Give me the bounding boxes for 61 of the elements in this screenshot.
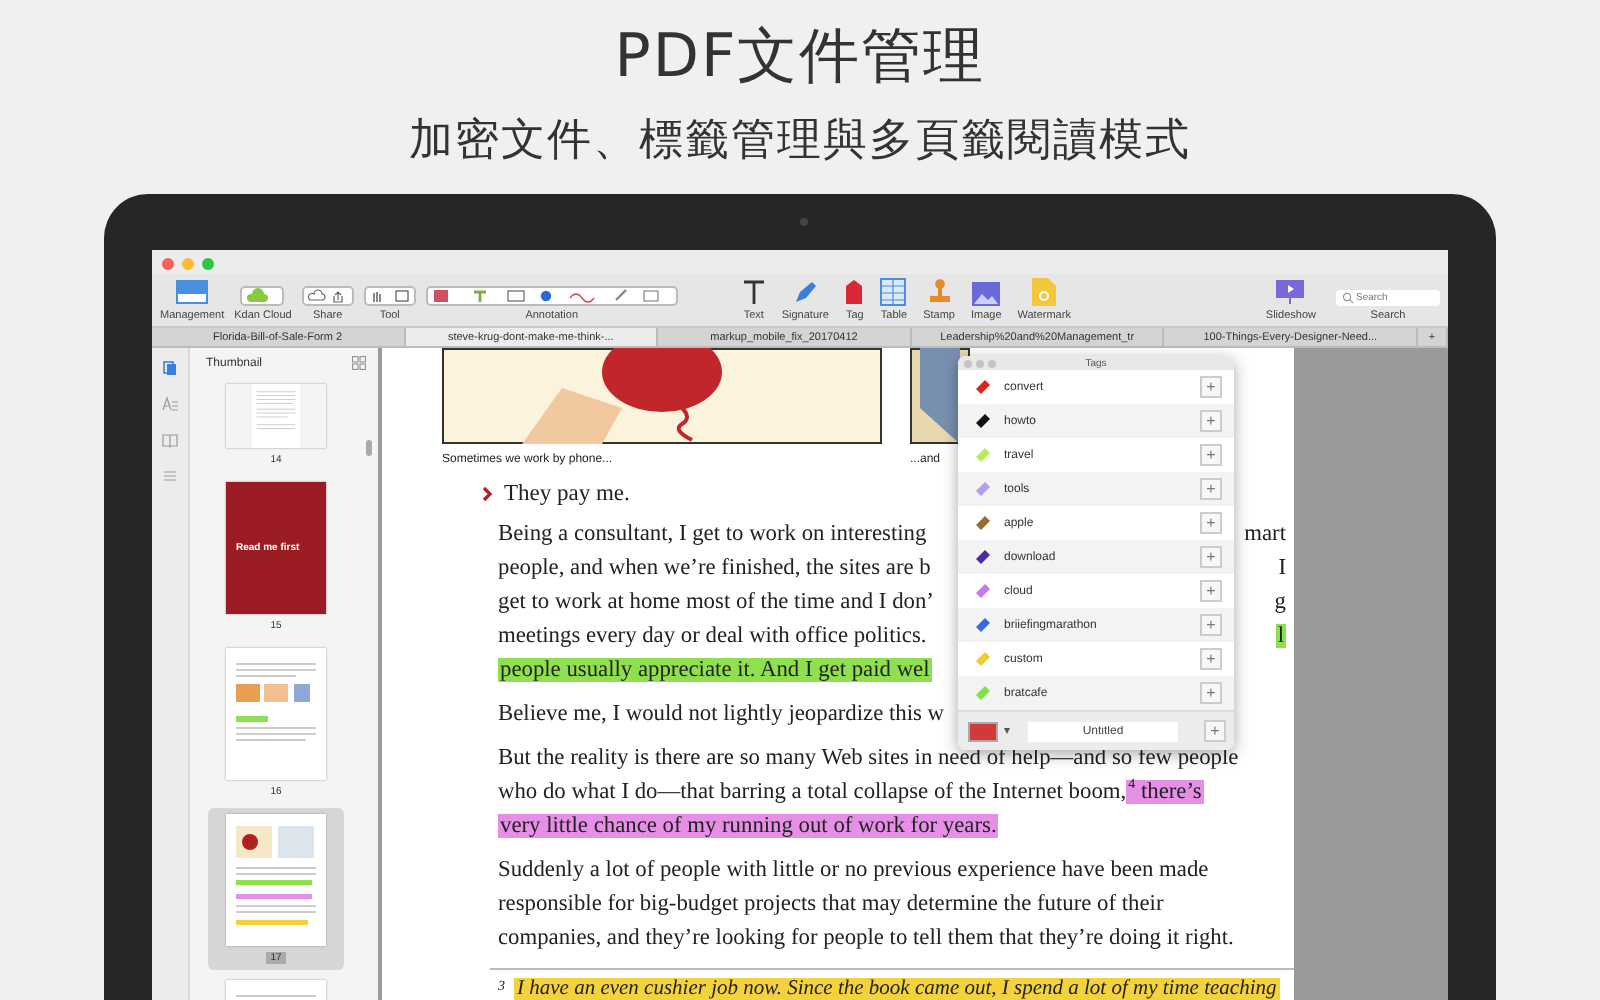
add-button[interactable]: + — [1200, 512, 1222, 534]
text-line: Believe me, I would not lightly jeopardize this w — [498, 702, 945, 726]
text-line: people, and when we’re finished, the sites are b — [498, 556, 931, 580]
close-button[interactable] — [964, 359, 972, 367]
close-button[interactable] — [162, 258, 174, 270]
add-button[interactable]: + — [1204, 720, 1226, 742]
text-line: Being a consultant, I get to work on interesting — [498, 522, 927, 546]
text-line: who do what I do—that barring a total collapse of the Internet boom, — [498, 780, 1127, 804]
color-swatch[interactable] — [968, 721, 998, 741]
pages-icon[interactable] — [162, 360, 178, 376]
cloud-icon[interactable] — [240, 286, 285, 306]
minimize-button[interactable] — [976, 359, 984, 367]
text-line: responsible for big-budget projects that may determine the future of their — [498, 892, 1164, 916]
highlighted-text: very little chance of my running out of work for years. — [498, 814, 999, 838]
add-button[interactable]: + — [1200, 648, 1222, 670]
page-thumbnail-drawing — [226, 814, 326, 946]
caret-icon[interactable] — [1004, 728, 1010, 734]
text-line: Suddenly a lot of people with little or no previous experience have been made — [498, 858, 1209, 882]
cloud-share-icon[interactable] — [301, 286, 354, 306]
add-button[interactable]: + — [1200, 580, 1222, 602]
maximize-button[interactable] — [988, 359, 996, 367]
image-icon[interactable] — [972, 282, 1001, 306]
text-line: g — [1274, 590, 1286, 614]
text-line: mart — [1244, 522, 1286, 546]
add-button[interactable]: + — [1200, 682, 1222, 704]
text-line: companies, and they’re looking for people to tell them that they’re doing it right. — [498, 926, 1234, 950]
document-letter-icon[interactable] — [1032, 278, 1057, 306]
grid-icon[interactable] — [352, 356, 366, 370]
text-line: meetings every day or deal with office politics. — [498, 624, 927, 648]
text-line: I — [1278, 556, 1286, 580]
add-button[interactable]: + — [1200, 546, 1222, 568]
scrollbar-thumb[interactable] — [366, 440, 372, 456]
text-line: get to work at home most of the time and I don’ — [498, 590, 934, 614]
presentation-icon[interactable] — [1276, 278, 1305, 306]
search-icon — [1342, 292, 1354, 304]
maximize-button[interactable] — [202, 258, 214, 270]
highlighted-text: l — [1275, 624, 1286, 648]
add-button[interactable]: + — [1200, 444, 1222, 466]
book-icon[interactable] — [162, 432, 178, 448]
annotation-tools-icon[interactable] — [425, 286, 678, 306]
tag-icon[interactable] — [844, 278, 865, 306]
panel-icon[interactable] — [174, 278, 211, 306]
list-icon[interactable] — [162, 468, 178, 484]
text-tool-icon[interactable] — [741, 278, 766, 306]
add-button[interactable]: + — [1200, 376, 1222, 398]
add-button[interactable]: + — [1200, 478, 1222, 500]
highlighted-text: $^{4}$ there’s — [1126, 780, 1204, 804]
pen-icon[interactable] — [791, 278, 820, 306]
subheadline: 加密文件、標籤管理與多頁籤閱讀模式 — [409, 114, 1191, 170]
highlighted-footnote: I have an even cushier job now. Since the book came out, I spend a lot of my time teaching — [513, 978, 1281, 1000]
add-button[interactable]: + — [1200, 614, 1222, 636]
text-icon[interactable] — [162, 396, 178, 412]
add-button[interactable]: + — [1200, 410, 1222, 432]
chevron-icon — [482, 486, 494, 502]
bullet-text: They pay me. — [504, 482, 630, 506]
table-icon[interactable] — [880, 278, 907, 306]
page-thumbnail-drawing — [226, 648, 326, 780]
minimize-button[interactable] — [182, 258, 194, 270]
highlighted-text: people usually appreciate it. And I get paid wel — [498, 658, 932, 682]
stamp-icon[interactable] — [927, 278, 952, 306]
headline: PDF文件管理 — [614, 20, 986, 96]
